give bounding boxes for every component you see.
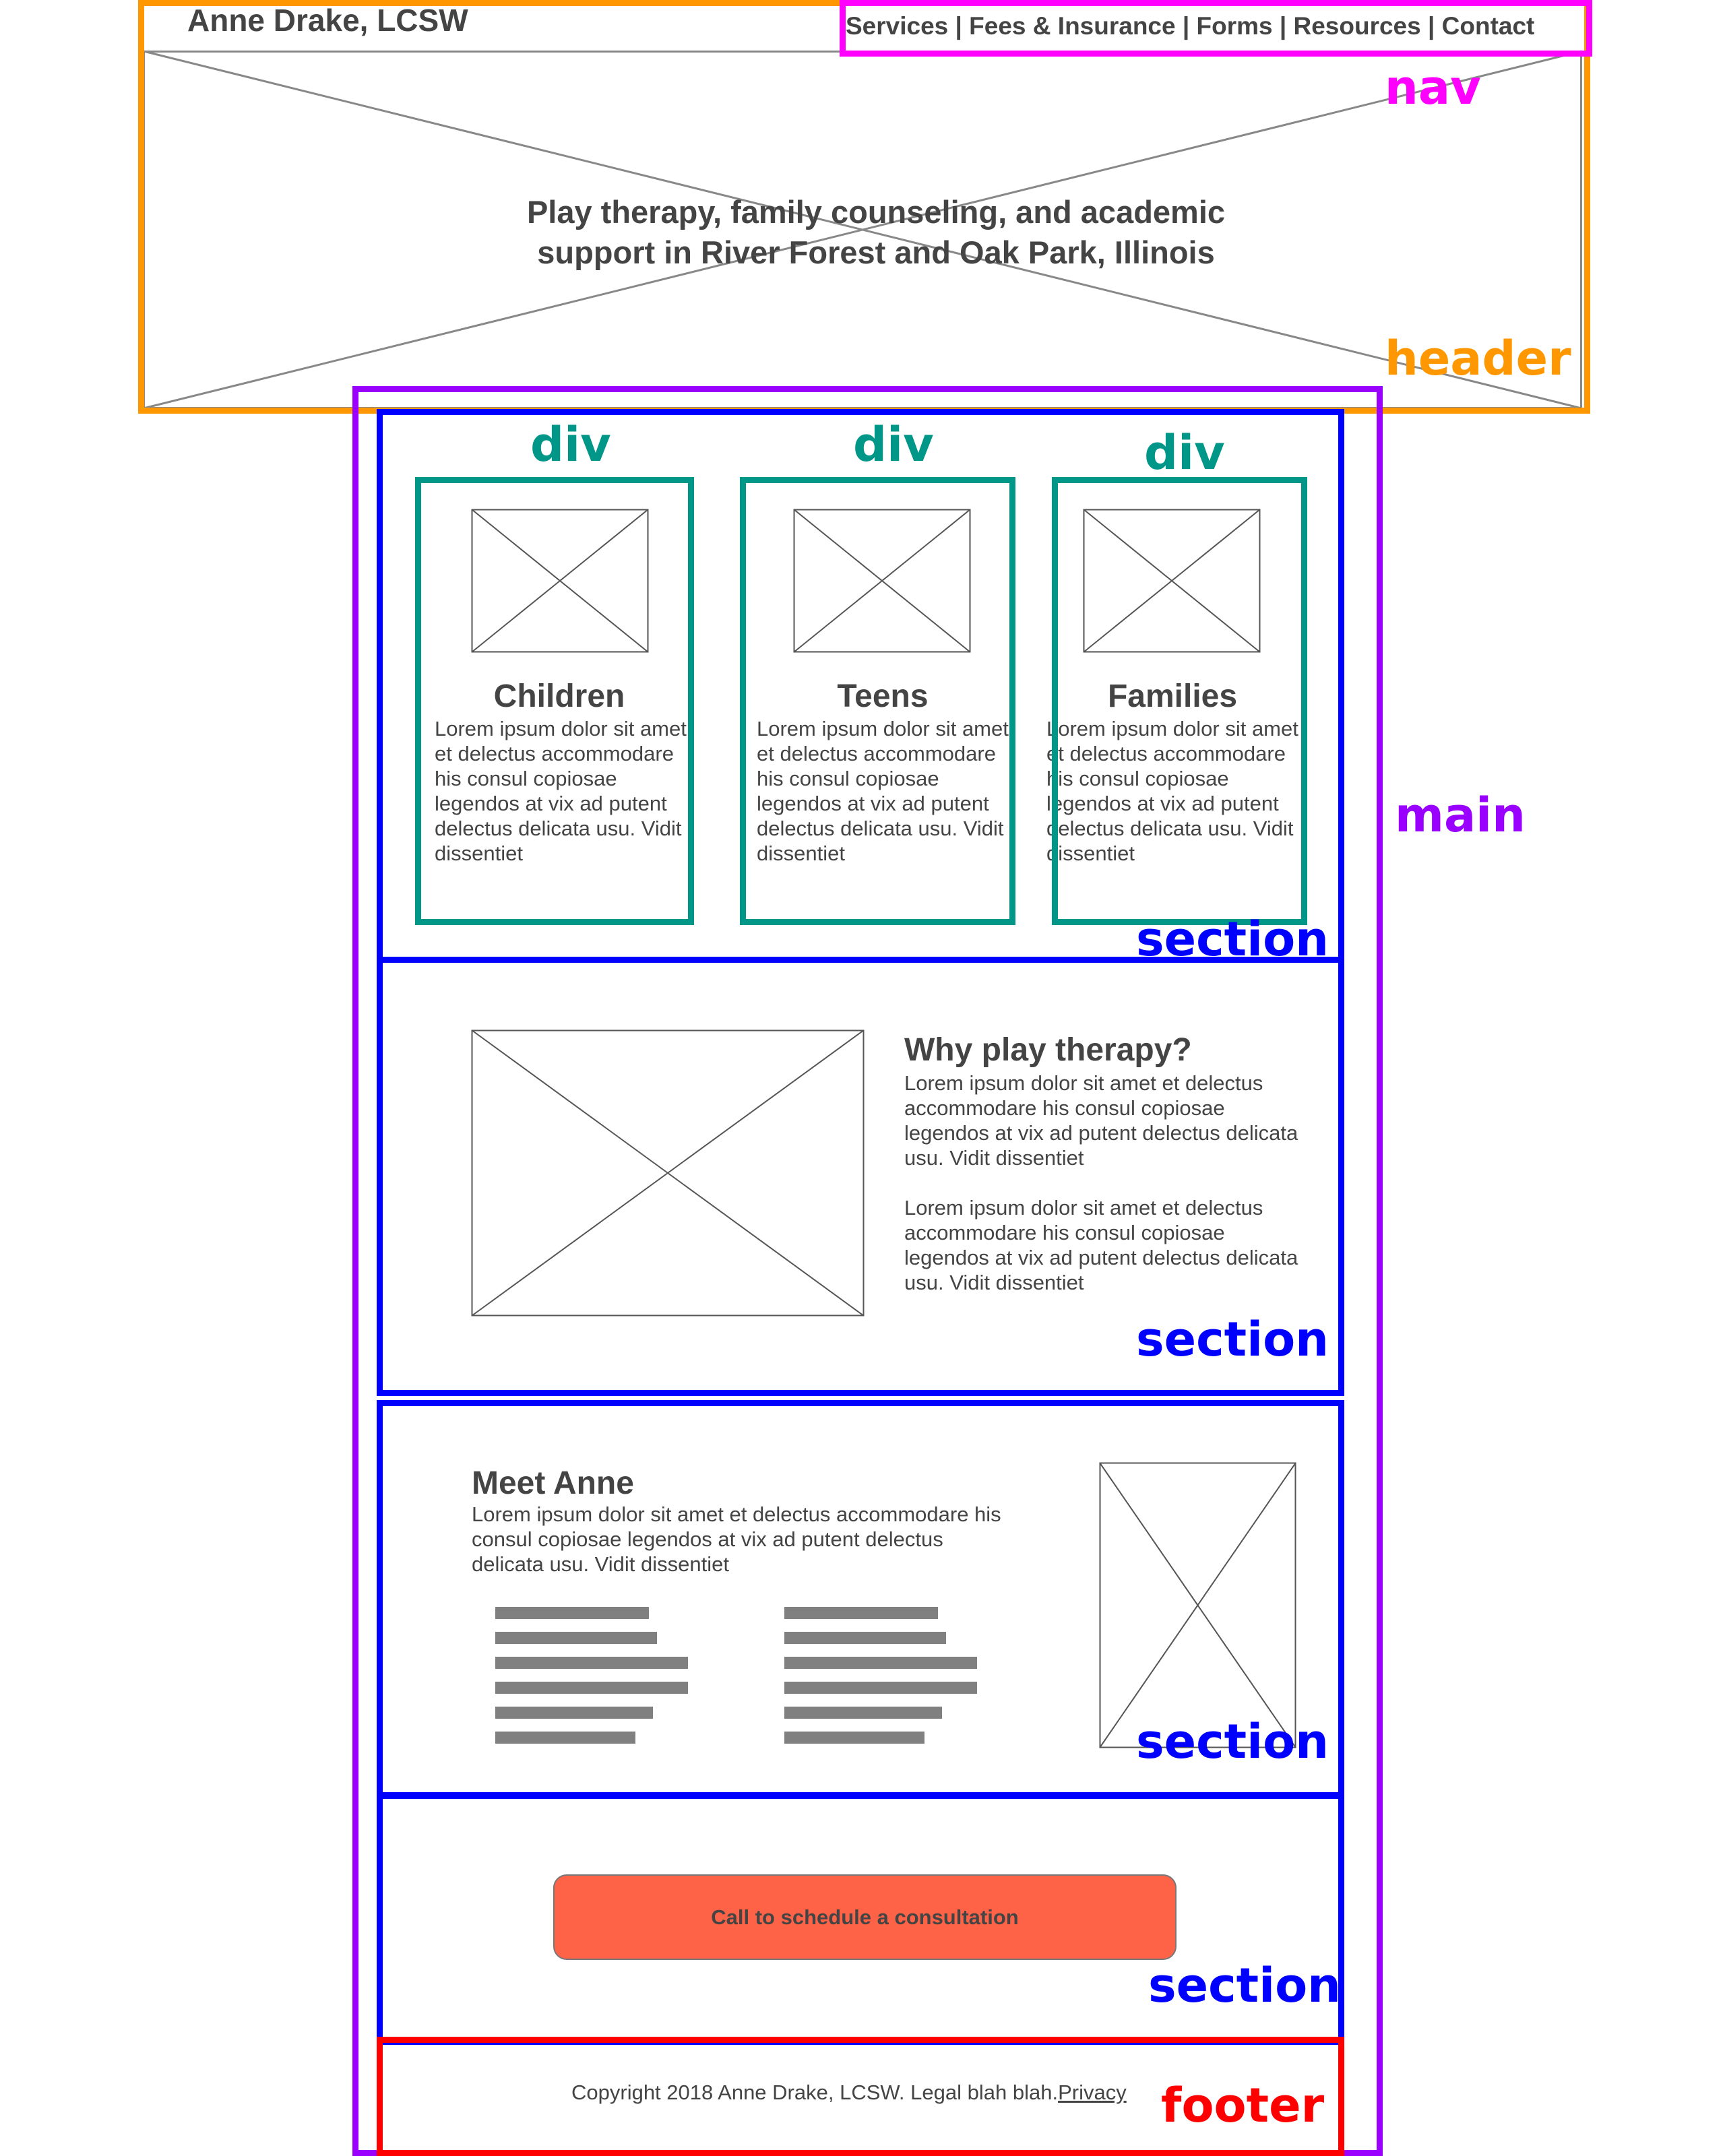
section-tag: section: [1136, 1312, 1329, 1367]
div-outline: [1052, 477, 1307, 925]
div-outline: [740, 477, 1015, 925]
section-tag: section: [1136, 912, 1329, 967]
main-tag: main: [1395, 788, 1526, 843]
header-outline: [138, 0, 1590, 414]
footer-tag: footer: [1161, 2078, 1325, 2133]
nav-tag: nav: [1385, 60, 1481, 115]
div-tag: div: [853, 417, 934, 472]
div-tag: div: [530, 417, 611, 472]
header-tag: header: [1385, 331, 1571, 386]
section-tag: section: [1148, 1958, 1342, 2013]
div-tag: div: [1144, 425, 1225, 480]
nav-outline: [840, 0, 1592, 57]
div-outline: [415, 477, 694, 925]
section-tag: section: [1136, 1714, 1329, 1769]
